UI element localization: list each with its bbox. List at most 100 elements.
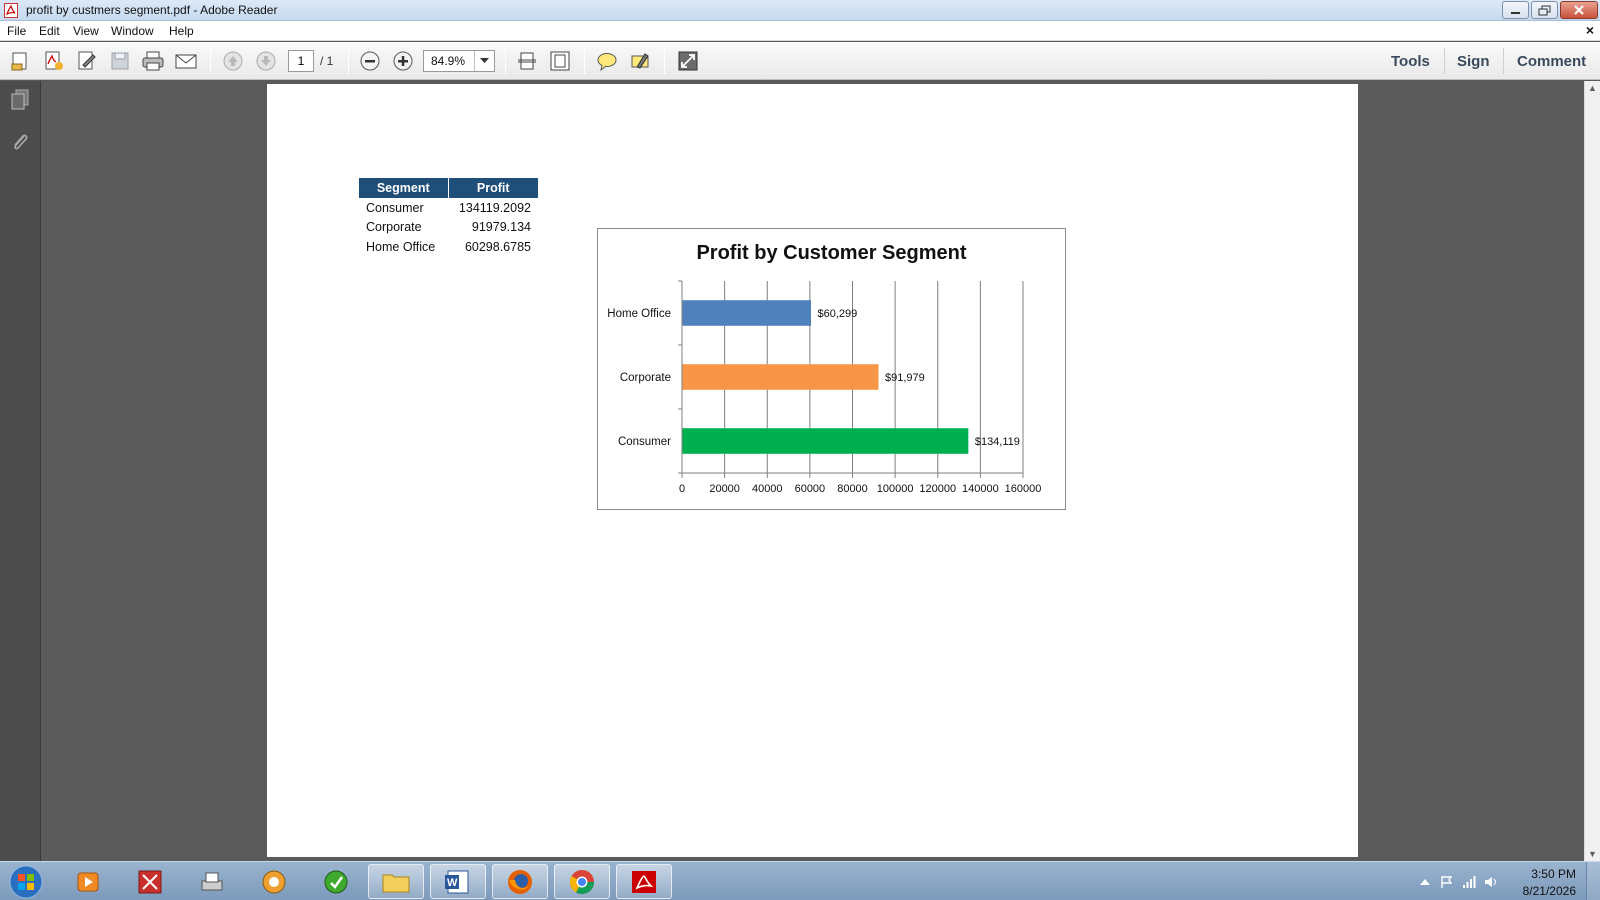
- volume-icon[interactable]: [1484, 875, 1498, 889]
- close-document-icon[interactable]: ×: [1586, 22, 1594, 38]
- data-label: $91,979: [885, 372, 925, 384]
- start-button[interactable]: [6, 864, 46, 900]
- toolbar-separator: [1503, 48, 1504, 74]
- close-window-button[interactable]: [1560, 1, 1598, 19]
- bar-home-office: [682, 300, 812, 326]
- open-button[interactable]: [8, 48, 34, 74]
- toolbar-separator: [505, 48, 506, 74]
- taskbar-app-red[interactable]: [122, 864, 178, 899]
- taskbar-firefox[interactable]: [492, 864, 548, 899]
- green-app-icon: [324, 870, 348, 893]
- taskbar-app-green[interactable]: [308, 864, 364, 899]
- chevron-down-icon[interactable]: [474, 51, 494, 71]
- edit-icon: [78, 51, 96, 70]
- page-number-input[interactable]: 1: [288, 50, 314, 72]
- fit-width-button[interactable]: [514, 48, 540, 74]
- adobe-reader-icon: [4, 3, 18, 18]
- zoom-out-button[interactable]: [357, 48, 383, 74]
- taskbar-printer[interactable]: [184, 864, 240, 899]
- profit-cell: 60298.6785: [464, 239, 531, 254]
- zoom-in-icon: [393, 51, 413, 71]
- print-button[interactable]: [140, 48, 166, 74]
- show-hidden-icons-icon[interactable]: [1418, 875, 1432, 889]
- zoom-select[interactable]: 84.9%: [423, 50, 495, 72]
- attachments-button[interactable]: [8, 130, 32, 154]
- open-file-icon: [11, 52, 27, 71]
- scroll-up-icon[interactable]: ▲: [1588, 83, 1597, 93]
- toolbar: 1 / 1 84.9% Tools Sign Comment: [0, 42, 1600, 80]
- email-icon: [175, 54, 197, 69]
- taskbar-adobe-reader[interactable]: [616, 864, 672, 899]
- taskbar-media-player[interactable]: [60, 864, 116, 899]
- clock-time[interactable]: 3:50 PM: [1531, 867, 1576, 881]
- ring-app-icon: [262, 870, 286, 893]
- show-desktop-button[interactable]: [1586, 862, 1600, 900]
- menu-help[interactable]: Help: [169, 24, 194, 38]
- scroll-down-icon[interactable]: ▼: [1588, 849, 1597, 859]
- x-tick-label: 160000: [1005, 483, 1042, 495]
- sticky-note-icon: [597, 53, 617, 72]
- read-mode-icon: [678, 51, 698, 71]
- vertical-scrollbar[interactable]: ▲ ▼: [1584, 81, 1600, 861]
- previous-page-button[interactable]: [220, 48, 246, 74]
- word-icon: W: [445, 870, 469, 893]
- zoom-in-button[interactable]: [390, 48, 416, 74]
- create-pdf-button[interactable]: [41, 48, 67, 74]
- toolbox-app-icon: [138, 870, 162, 893]
- taskbar-chrome[interactable]: [554, 864, 610, 899]
- highlight-button[interactable]: [627, 48, 653, 74]
- menu-file[interactable]: File: [7, 24, 26, 38]
- column-header-segment: Segment: [359, 178, 448, 198]
- paperclip-icon: [14, 134, 28, 150]
- table-row: Corporate 91979.134: [359, 218, 538, 238]
- email-button[interactable]: [173, 48, 199, 74]
- taskbar-file-explorer[interactable]: [368, 864, 424, 899]
- read-mode-button[interactable]: [675, 48, 701, 74]
- add-sticky-note-button[interactable]: [594, 48, 620, 74]
- segment-profit-table: Segment Profit Consumer 134119.2092 Corp…: [359, 178, 538, 257]
- fit-width-icon: [518, 52, 536, 70]
- taskbar-word[interactable]: W: [430, 864, 486, 899]
- chart-title: Profit by Customer Segment: [696, 242, 966, 264]
- save-button[interactable]: [107, 48, 133, 74]
- toolbar-separator: [348, 48, 349, 74]
- comment-pane-button[interactable]: Comment: [1517, 53, 1586, 70]
- data-label: $134,119: [975, 436, 1020, 448]
- zoom-out-icon: [360, 51, 380, 71]
- create-pdf-icon: [45, 51, 63, 70]
- pdf-page: Segment Profit Consumer 134119.2092 Corp…: [267, 84, 1358, 857]
- table-row: Home Office 60298.6785: [359, 237, 538, 257]
- taskbar-app-ring[interactable]: [246, 864, 302, 899]
- restore-button[interactable]: [1531, 1, 1558, 19]
- window-title: profit by custmers segment.pdf - Adobe R…: [26, 3, 278, 17]
- page-thumbnails-icon: [11, 89, 29, 110]
- printer-icon: [201, 872, 223, 890]
- menu-view[interactable]: View: [73, 24, 99, 38]
- sign-pane-button[interactable]: Sign: [1457, 53, 1490, 70]
- menu-edit[interactable]: Edit: [39, 24, 60, 38]
- previous-page-icon: [223, 51, 243, 71]
- clock-date[interactable]: 8/21/2026: [1523, 884, 1576, 898]
- chart-svg: Profit by Customer Segment 0 20000 40000 600…: [607, 242, 1042, 495]
- menu-window[interactable]: Window: [111, 24, 154, 38]
- toolbar-separator: [1444, 48, 1445, 74]
- fit-page-button[interactable]: [547, 48, 573, 74]
- page-thumbnails-button[interactable]: [8, 88, 32, 112]
- edit-button[interactable]: [74, 48, 100, 74]
- tools-pane-button[interactable]: Tools: [1391, 53, 1430, 70]
- action-center-flag-icon[interactable]: [1440, 875, 1454, 889]
- network-icon[interactable]: [1462, 875, 1476, 889]
- restore-icon: [1538, 5, 1551, 16]
- minimize-icon: [1511, 12, 1520, 14]
- category-label: Home Office: [607, 308, 671, 320]
- bar-consumer: [682, 428, 969, 454]
- save-icon: [111, 52, 129, 70]
- windows-logo-icon: [9, 865, 43, 899]
- segment-cell: Corporate: [366, 220, 422, 235]
- minimize-button[interactable]: [1502, 1, 1529, 19]
- next-page-button[interactable]: [253, 48, 279, 74]
- bar-corporate: [682, 364, 879, 390]
- table-header-row: Segment Profit: [359, 178, 538, 198]
- document-viewport[interactable]: Segment Profit Consumer 134119.2092 Corp…: [41, 81, 1584, 861]
- next-page-icon: [256, 51, 276, 71]
